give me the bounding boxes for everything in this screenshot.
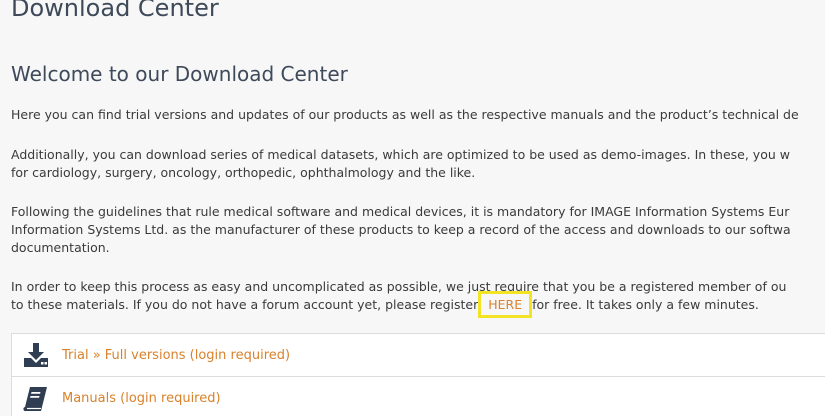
registration-line-1: In order to keep this process as easy an… bbox=[11, 279, 787, 294]
download-item-trial-label[interactable]: Trial » Full versions (login required) bbox=[62, 348, 290, 363]
downloads-list: Trial » Full versions (login required) M… bbox=[11, 333, 825, 416]
guidelines-paragraph: Following the guidelines that rule medic… bbox=[11, 203, 825, 257]
download-tray-icon bbox=[22, 341, 50, 369]
guidelines-line-3: documentation. bbox=[11, 240, 110, 255]
registration-paragraph: In order to keep this process as easy an… bbox=[11, 278, 825, 318]
guidelines-line-1: Following the guidelines that rule medic… bbox=[11, 204, 790, 219]
download-item-manuals[interactable]: Manuals (login required) bbox=[12, 377, 825, 416]
intro-line: Here you can find trial versions and upd… bbox=[11, 107, 799, 122]
guidelines-line-2: Information Systems Ltd. as the manufact… bbox=[11, 222, 791, 237]
datasets-paragraph: Additionally, you can download series of… bbox=[11, 146, 825, 182]
datasets-line-2: for cardiology, surgery, oncology, ortho… bbox=[11, 165, 476, 180]
registration-line-2: to these materials. If you do not have a… bbox=[11, 291, 825, 318]
registration-text-after: for free. It takes only a few minutes. bbox=[528, 297, 759, 312]
book-icon bbox=[22, 385, 50, 413]
download-item-trial[interactable]: Trial » Full versions (login required) bbox=[12, 334, 825, 377]
datasets-line-1: Additionally, you can download series of… bbox=[11, 147, 790, 162]
register-here-link[interactable]: HERE bbox=[478, 291, 533, 318]
download-item-manuals-label[interactable]: Manuals (login required) bbox=[62, 391, 221, 406]
registration-text-before: to these materials. If you do not have a… bbox=[11, 297, 483, 312]
welcome-title: Welcome to our Download Center bbox=[11, 62, 348, 86]
intro-paragraph: Here you can find trial versions and upd… bbox=[11, 106, 825, 124]
page: Download Center Welcome to our Download … bbox=[0, 0, 825, 416]
page-title: Download Center bbox=[11, 0, 219, 22]
